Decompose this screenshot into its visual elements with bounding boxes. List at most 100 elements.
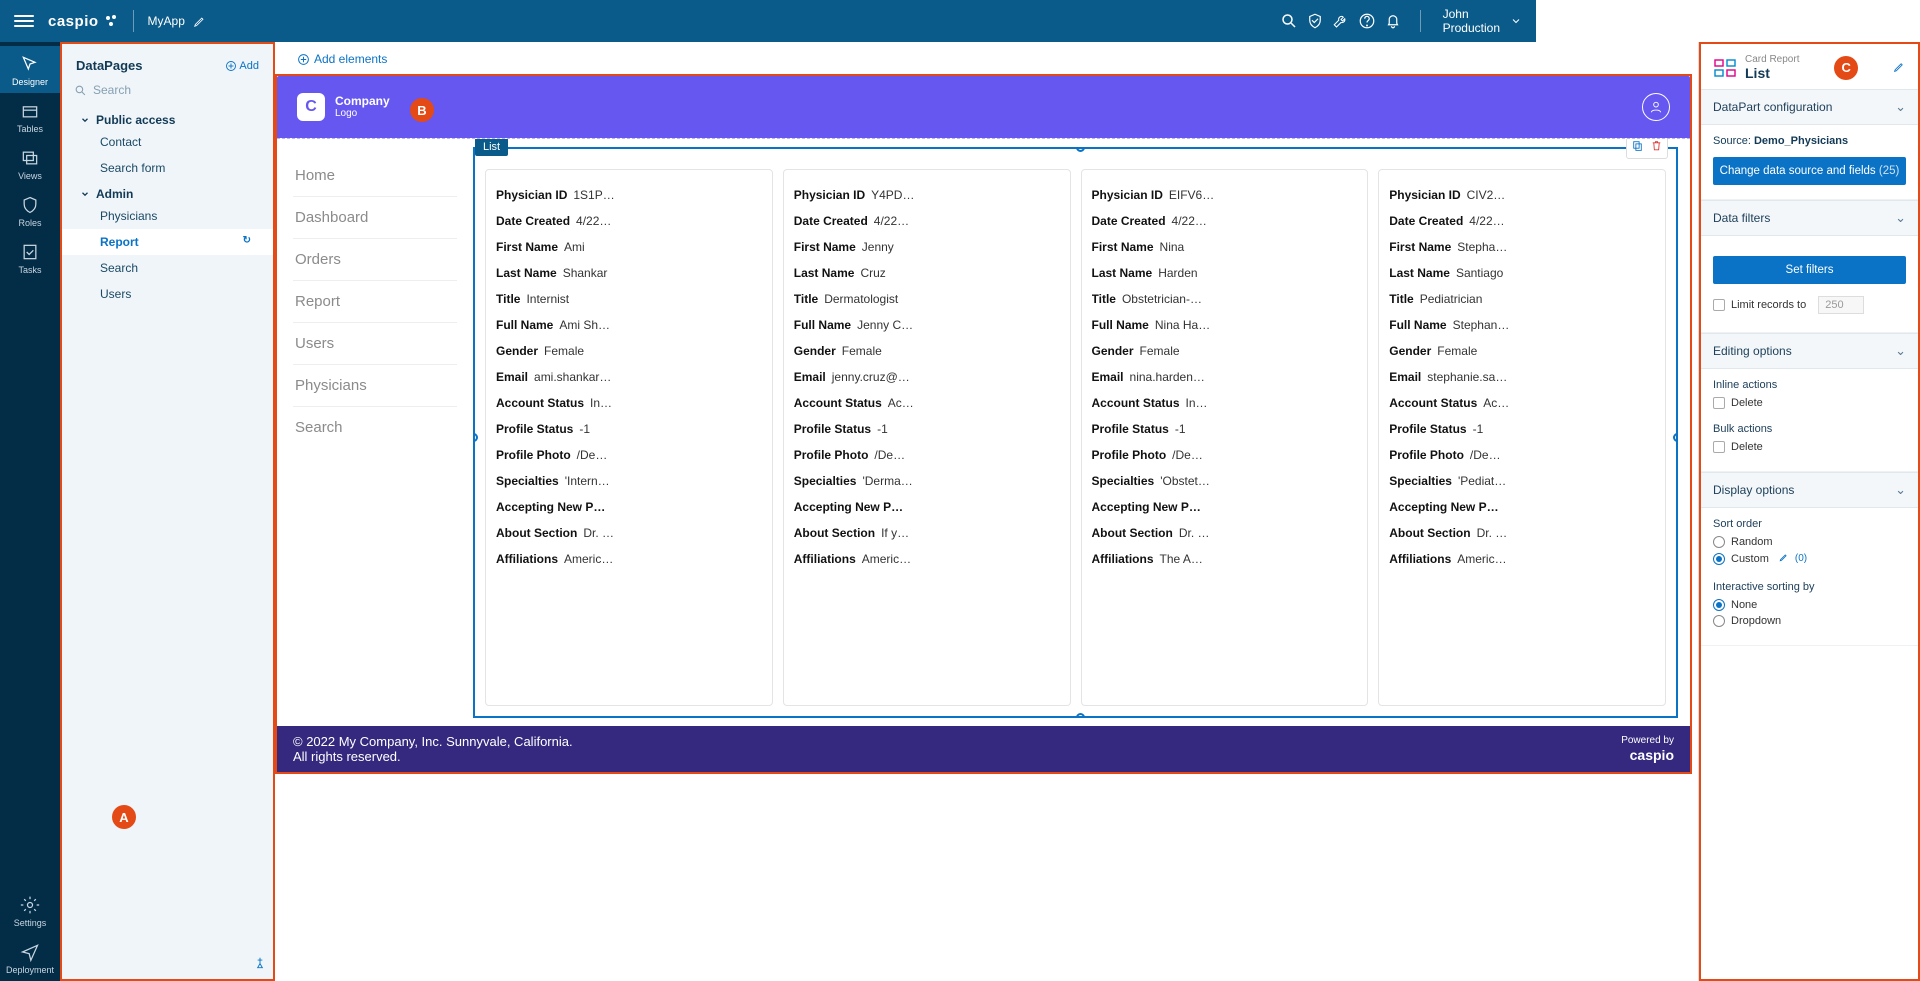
- rail-deployment[interactable]: Deployment: [0, 934, 60, 981]
- sort-none-radio[interactable]: [1713, 599, 1725, 611]
- inline-actions-label: Inline actions: [1713, 379, 1906, 391]
- resize-handle-left[interactable]: [473, 433, 478, 442]
- tree-item-contact[interactable]: Contact: [62, 129, 273, 155]
- nav-home[interactable]: Home: [293, 155, 457, 197]
- rail-tables[interactable]: Tables: [0, 93, 60, 140]
- resize-handle-bottom[interactable]: [1076, 713, 1085, 718]
- help-icon[interactable]: [1354, 8, 1380, 34]
- record-field: Specialties'Intern…: [496, 468, 762, 494]
- record-field: First NameAmi: [496, 234, 762, 260]
- record-field: Accepting New P…: [1389, 494, 1655, 520]
- rail-label: Designer: [0, 77, 60, 87]
- tree-item-physicians[interactable]: Physicians: [62, 203, 273, 229]
- inline-delete-checkbox[interactable]: [1713, 397, 1725, 409]
- record-field: Account StatusIn…: [1092, 390, 1358, 416]
- tree-item-searchform[interactable]: Search form: [62, 155, 273, 181]
- bulk-delete-checkbox[interactable]: [1713, 441, 1725, 453]
- edit-custom-sort[interactable]: [1779, 552, 1789, 565]
- limit-records-checkbox[interactable]: [1713, 299, 1725, 311]
- shield-check-icon[interactable]: [1302, 8, 1328, 34]
- nav-dashboard[interactable]: Dashboard: [293, 197, 457, 239]
- card-report-icon: [1713, 56, 1737, 80]
- menu-icon[interactable]: [14, 12, 34, 30]
- record-field: Last NameSantiago: [1389, 260, 1655, 286]
- pencil-icon[interactable]: [193, 14, 207, 28]
- user-menu[interactable]: John Production: [1443, 7, 1522, 36]
- nav-users[interactable]: Users: [293, 323, 457, 365]
- datapages-search[interactable]: Search: [74, 83, 261, 97]
- limit-records-label: Limit records to: [1731, 299, 1806, 311]
- record-field: Emailstephanie.sa…: [1389, 364, 1655, 390]
- preview-footer: © 2022 My Company, Inc. Sunnyvale, Calif…: [277, 726, 1690, 772]
- record-field: Profile Photo/De…: [794, 442, 1060, 468]
- record-field: Profile Status-1: [794, 416, 1060, 442]
- sort-dropdown-radio[interactable]: [1713, 615, 1725, 627]
- record-field: Emailjenny.cruz@…: [794, 364, 1060, 390]
- record-field: Specialties'Obstet…: [1092, 468, 1358, 494]
- record-field: About SectionDr. …: [496, 520, 762, 546]
- accordion-editing-options[interactable]: Editing options: [1701, 333, 1918, 369]
- record-card[interactable]: Physician ID1S1P…Date Created4/22…First …: [485, 169, 773, 706]
- brand-logo: caspio: [48, 13, 99, 30]
- record-field: First NameJenny: [794, 234, 1060, 260]
- record-card[interactable]: Physician IDY4PD…Date Created4/22…First …: [783, 169, 1071, 706]
- change-datasource-button[interactable]: Change data source and fields (25): [1713, 157, 1906, 185]
- sort-custom-radio[interactable]: [1713, 553, 1725, 565]
- preview-nav: Home Dashboard Orders Report Users Physi…: [277, 139, 467, 726]
- tree-group-public[interactable]: Public access: [62, 107, 273, 129]
- resize-handle-right[interactable]: [1673, 433, 1678, 442]
- nav-report[interactable]: Report: [293, 281, 457, 323]
- bell-icon[interactable]: [1380, 8, 1406, 34]
- interactive-sorting-label: Interactive sorting by: [1713, 581, 1906, 593]
- preview-frame: C Company Logo B Home Dashboard Orders R…: [275, 74, 1692, 774]
- record-field: About SectionDr. …: [1092, 520, 1358, 546]
- record-field: Physician IDY4PD…: [794, 182, 1060, 208]
- record-field: GenderFemale: [794, 338, 1060, 364]
- record-field: TitlePediatrician: [1389, 286, 1655, 312]
- copy-icon[interactable]: [1631, 139, 1644, 155]
- delete-icon[interactable]: [1650, 139, 1663, 155]
- nav-orders[interactable]: Orders: [293, 239, 457, 281]
- limit-records-input[interactable]: 250: [1818, 296, 1864, 314]
- rail-settings[interactable]: Settings: [0, 887, 60, 934]
- record-card[interactable]: Physician IDEIFV6…Date Created4/22…First…: [1081, 169, 1369, 706]
- record-field: Full NameAmi Sh…: [496, 312, 762, 338]
- app-name[interactable]: MyApp: [148, 14, 185, 28]
- rail-roles[interactable]: Roles: [0, 187, 60, 234]
- accordion-display-options[interactable]: Display options: [1701, 472, 1918, 508]
- nav-physicians[interactable]: Physicians: [293, 365, 457, 407]
- pin-icon[interactable]: [253, 956, 267, 973]
- record-field: Date Created4/22…: [496, 208, 762, 234]
- search-icon[interactable]: [1276, 8, 1302, 34]
- set-filters-button[interactable]: Set filters: [1713, 256, 1906, 284]
- accordion-data-filters[interactable]: Data filters: [1701, 200, 1918, 236]
- tree-item-search[interactable]: Search: [62, 255, 273, 281]
- tree-group-admin[interactable]: Admin: [62, 181, 273, 203]
- avatar-icon[interactable]: [1642, 93, 1670, 121]
- tree-item-report[interactable]: Report: [62, 229, 273, 255]
- sort-random-radio[interactable]: [1713, 536, 1725, 548]
- rail-label: Tasks: [0, 265, 60, 275]
- tree-item-users[interactable]: Users: [62, 281, 273, 307]
- record-field: Accepting New P…: [1092, 494, 1358, 520]
- record-field: Accepting New P…: [496, 494, 762, 520]
- nav-search[interactable]: Search: [293, 407, 457, 448]
- edit-title-icon[interactable]: [1893, 60, 1906, 76]
- record-field: Profile Photo/De…: [496, 442, 762, 468]
- rail-tasks[interactable]: Tasks: [0, 234, 60, 281]
- datapages-add[interactable]: Add: [225, 60, 259, 72]
- resize-handle-top[interactable]: [1076, 147, 1085, 152]
- company-logo-icon: C: [297, 93, 325, 121]
- record-field: TitleDermatologist: [794, 286, 1060, 312]
- powered-by: Powered by caspio: [1621, 735, 1674, 764]
- record-card[interactable]: Physician IDCIV2…Date Created4/22…First …: [1378, 169, 1666, 706]
- list-section[interactable]: List Physician ID1S1P…Date Created4/22…F…: [467, 139, 1690, 726]
- accordion-datapart-config[interactable]: DataPart configuration: [1701, 89, 1918, 125]
- list-frame[interactable]: Physician ID1S1P…Date Created4/22…First …: [473, 147, 1678, 718]
- rail-designer[interactable]: Designer: [0, 46, 60, 93]
- rail-views[interactable]: Views: [0, 140, 60, 187]
- add-elements-button[interactable]: Add elements: [275, 46, 1698, 74]
- wrench-icon[interactable]: [1328, 8, 1354, 34]
- record-field: Date Created4/22…: [1092, 208, 1358, 234]
- chevron-down-icon: [1895, 343, 1906, 359]
